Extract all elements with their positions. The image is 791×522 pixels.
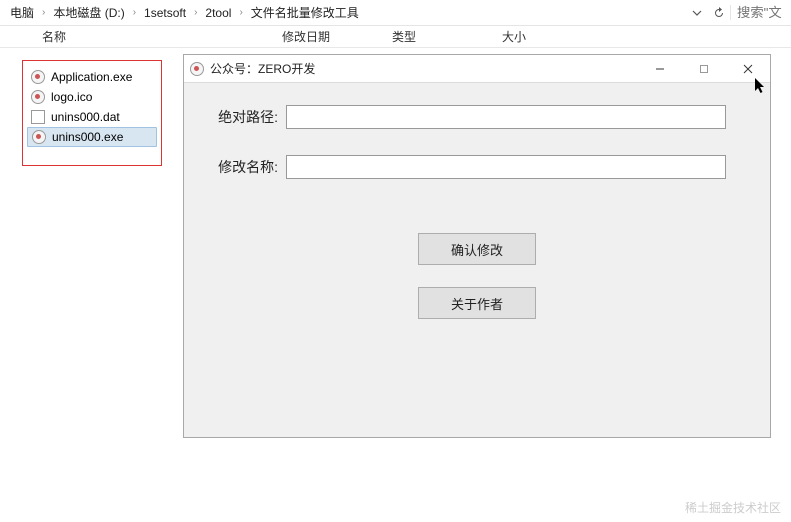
about-button[interactable]: 关于作者 [418, 287, 536, 319]
dialog-body: 绝对路径: 修改名称: 确认修改 关于作者 [184, 83, 770, 341]
chevron-right-icon: › [40, 7, 47, 18]
crumb-1[interactable]: 本地磁盘 (D:) [47, 2, 130, 23]
file-name: Application.exe [51, 70, 132, 84]
refresh-button[interactable] [708, 2, 730, 24]
crumb-0[interactable]: 电脑 [4, 2, 40, 23]
confirm-button[interactable]: 确认修改 [418, 233, 536, 265]
name-input[interactable] [286, 155, 726, 179]
file-name: unins000.exe [52, 130, 123, 144]
chevron-right-icon: › [237, 7, 244, 18]
file-row[interactable]: logo.ico [27, 87, 157, 107]
search-input[interactable] [737, 5, 787, 20]
watermark: 稀土掘金技术社区 [685, 499, 781, 516]
name-label: 修改名称: [202, 157, 278, 177]
crumb-4[interactable]: 文件名批量修改工具 [245, 2, 365, 23]
file-row[interactable]: unins000.dat [27, 107, 157, 127]
file-name: logo.ico [51, 90, 92, 104]
address-bar: 电脑 › 本地磁盘 (D:) › 1setsoft › 2tool › 文件名批… [0, 0, 791, 26]
column-headers: 名称 修改日期 类型 大小 [0, 26, 791, 48]
chevron-right-icon: › [131, 7, 138, 18]
col-type[interactable]: 类型 [382, 28, 492, 45]
file-list-highlight: Application.exe logo.ico unins000.dat un… [22, 60, 162, 166]
path-label: 绝对路径: [202, 107, 278, 127]
col-modified[interactable]: 修改日期 [272, 28, 382, 45]
chevron-right-icon: › [192, 7, 199, 18]
file-name: unins000.dat [51, 110, 120, 124]
rename-dialog: 公众号：ZERO开发 绝对路径: 修改名称: [183, 54, 771, 438]
col-name[interactable]: 名称 [32, 28, 272, 45]
app-icon [190, 62, 204, 76]
history-dropdown[interactable] [686, 2, 708, 24]
path-input[interactable] [286, 105, 726, 129]
crumb-2[interactable]: 1setsoft [138, 4, 192, 22]
document-icon [31, 110, 45, 124]
app-icon [31, 70, 45, 84]
app-icon [32, 130, 46, 144]
breadcrumb: 电脑 › 本地磁盘 (D:) › 1setsoft › 2tool › 文件名批… [4, 2, 365, 23]
dialog-titlebar[interactable]: 公众号：ZERO开发 [184, 55, 770, 83]
close-button[interactable] [726, 55, 770, 83]
minimize-button[interactable] [638, 55, 682, 83]
app-icon [31, 90, 45, 104]
col-size[interactable]: 大小 [492, 28, 536, 45]
maximize-button[interactable] [682, 55, 726, 83]
search-box[interactable] [730, 5, 787, 20]
file-row[interactable]: unins000.exe [27, 127, 157, 147]
crumb-3[interactable]: 2tool [199, 4, 237, 22]
dialog-title: 公众号：ZERO开发 [210, 60, 315, 77]
file-row[interactable]: Application.exe [27, 67, 157, 87]
